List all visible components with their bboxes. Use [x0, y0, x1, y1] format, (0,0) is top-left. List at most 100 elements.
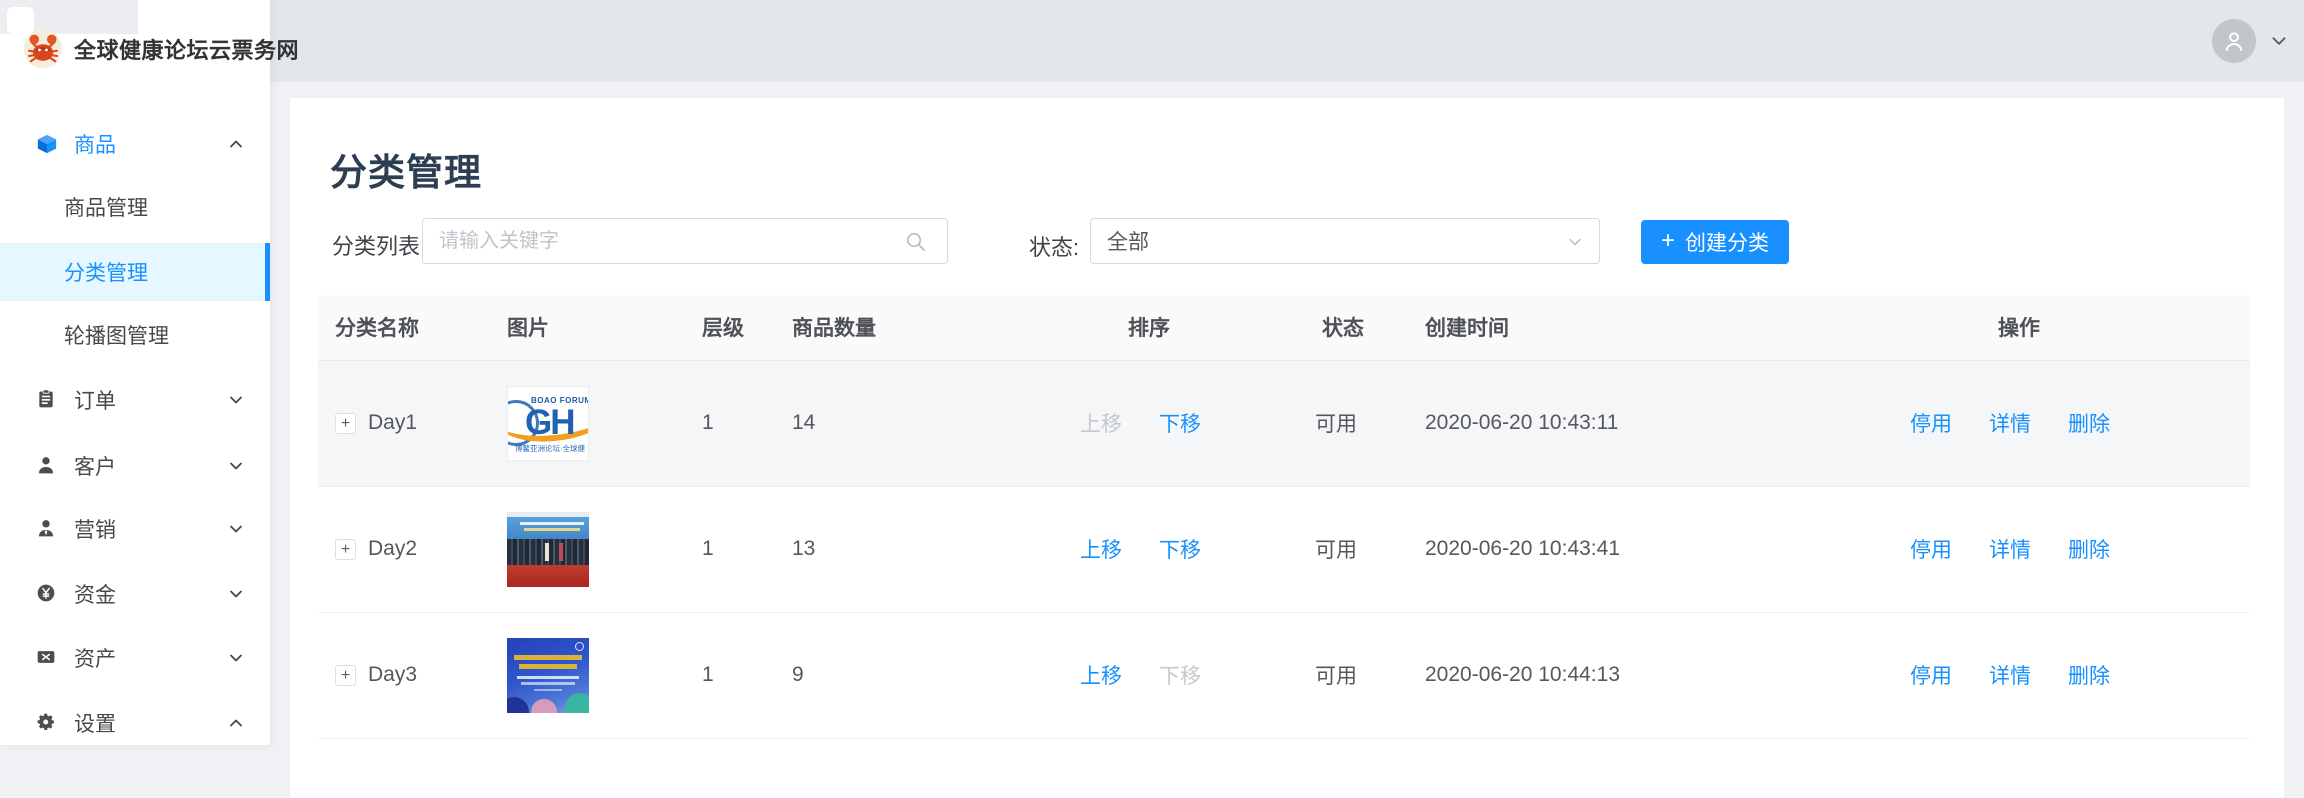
table-row: + Day3 1 9 上移: [318, 612, 2250, 738]
delete-link[interactable]: 删除: [2068, 660, 2110, 690]
status-select[interactable]: 全部: [1090, 218, 1600, 264]
chevron-up-icon: [228, 136, 244, 152]
col-header-name: 分类名称: [318, 295, 490, 360]
detail-link[interactable]: 详情: [1989, 534, 2031, 564]
col-header-operations: 操作: [1890, 295, 2250, 360]
col-header-level: 层级: [685, 295, 775, 360]
sidebar-item-marketing[interactable]: 营销: [0, 500, 270, 558]
created-time: 2020-06-20 10:43:11: [1408, 360, 1890, 486]
disable-link[interactable]: 停用: [1910, 660, 1952, 690]
sidebar-item-category-management[interactable]: 分类管理: [0, 243, 270, 301]
table-header-row: 分类名称 图片 层级 商品数量 排序 状态 创建时间 操作: [318, 295, 2250, 360]
avatar: [2212, 19, 2256, 63]
create-category-label: 创建分类: [1685, 227, 1769, 257]
sidebar-item-label: 资金: [74, 579, 116, 609]
page-title: 分类管理: [330, 142, 482, 196]
status-select-value: 全部: [1107, 226, 1149, 256]
sidebar-item-customers[interactable]: 客户: [0, 437, 270, 495]
crab-logo-icon: [22, 28, 64, 70]
status-value: 可用: [1295, 612, 1408, 738]
coin-yen-icon: [36, 583, 58, 605]
category-image: BOAO FORUM F GH 博鳌亚洲论坛·全球健: [507, 386, 589, 461]
sidebar-item-carousel-management[interactable]: 轮播图管理: [0, 306, 270, 364]
category-name: Day2: [368, 537, 417, 561]
sidebar-item-label: 设置: [74, 708, 116, 738]
category-level: 1: [685, 360, 775, 486]
sidebar-item-product-management[interactable]: 商品管理: [0, 178, 270, 236]
chevron-down-icon: [2270, 32, 2288, 50]
delete-link[interactable]: 删除: [2068, 408, 2110, 438]
chevron-down-icon: [228, 392, 244, 408]
col-header-created: 创建时间: [1408, 295, 1890, 360]
chevron-down-icon: [228, 521, 244, 537]
move-up-link: 上移: [1080, 408, 1122, 438]
topbar: [270, 0, 2304, 82]
table-row: + Day1 BOAO FORUM F GH 博鳌亚洲论坛·全球健 1 1: [318, 360, 2250, 486]
move-up-link[interactable]: 上移: [1080, 534, 1122, 564]
status-value: 可用: [1295, 360, 1408, 486]
sidebar-item-products[interactable]: 商品: [0, 115, 270, 173]
category-table: 分类名称 图片 层级 商品数量 排序 状态 创建时间 操作 + Day1: [318, 295, 2250, 739]
sidebar-item-orders[interactable]: 订单: [0, 371, 270, 429]
sidebar-item-label: 营销: [74, 514, 116, 544]
sidebar-item-label: 资产: [74, 643, 116, 673]
brand-title: 全球健康论坛云票务网: [74, 33, 299, 65]
sidebar-item-label: 轮播图管理: [64, 320, 169, 350]
user-tie-icon: [36, 518, 58, 540]
col-header-count: 商品数量: [775, 295, 1060, 360]
category-name: Day3: [368, 663, 417, 687]
disable-link[interactable]: 停用: [1910, 408, 1952, 438]
col-header-image: 图片: [490, 295, 685, 360]
sidebar: 全球健康论坛云票务网 商品 商品管理 分类管理 轮播图管理: [0, 0, 270, 745]
category-name: Day1: [368, 411, 417, 435]
category-image: [507, 512, 589, 587]
chevron-down-icon: [228, 458, 244, 474]
category-level: 1: [685, 486, 775, 612]
move-down-link[interactable]: 下移: [1159, 408, 1201, 438]
clipboard-icon: [36, 389, 58, 411]
detail-link[interactable]: 详情: [1989, 660, 2031, 690]
sidebar-item-label: 订单: [74, 385, 116, 415]
brand-logo[interactable]: 全球健康论坛云票务网: [22, 28, 299, 70]
disable-link[interactable]: 停用: [1910, 534, 1952, 564]
keyword-search-input[interactable]: [422, 218, 948, 264]
category-level: 1: [685, 612, 775, 738]
sidebar-item-label: 商品管理: [64, 192, 148, 222]
image-text: GH: [525, 403, 574, 443]
sidebar-item-label: 商品: [74, 129, 116, 159]
product-count: 14: [775, 360, 1060, 486]
col-header-sort: 排序: [1060, 295, 1295, 360]
category-list-label: 分类列表: [332, 229, 420, 261]
gear-icon: [36, 712, 58, 734]
search-icon: [904, 230, 927, 253]
chevron-up-icon: [228, 715, 244, 731]
expand-row-button[interactable]: +: [335, 665, 356, 686]
delete-link[interactable]: 删除: [2068, 534, 2110, 564]
sidebar-item-assets[interactable]: 资产: [0, 629, 270, 687]
content-card: 分类管理 分类列表 状态: 全部 + 创建分类 分类名称 图片: [290, 98, 2284, 798]
move-down-link: 下移: [1159, 660, 1201, 690]
move-down-link[interactable]: 下移: [1159, 534, 1201, 564]
created-time: 2020-06-20 10:44:13: [1408, 612, 1890, 738]
table-row: + Day2 1 13 上移: [318, 486, 2250, 612]
create-category-button[interactable]: + 创建分类: [1641, 220, 1789, 264]
cube-icon: [36, 133, 58, 155]
move-up-link[interactable]: 上移: [1080, 660, 1122, 690]
detail-link[interactable]: 详情: [1989, 408, 2031, 438]
status-label: 状态:: [1029, 230, 1079, 262]
image-text: 博鳌亚洲论坛·全球健: [515, 443, 585, 454]
asset-card-icon: [36, 647, 58, 669]
sidebar-item-settings[interactable]: 设置: [0, 694, 270, 752]
user-icon: [36, 455, 58, 477]
user-menu[interactable]: [2212, 0, 2288, 82]
status-value: 可用: [1295, 486, 1408, 612]
plus-icon: +: [1661, 229, 1675, 253]
expand-row-button[interactable]: +: [335, 539, 356, 560]
chevron-down-icon: [228, 586, 244, 602]
chevron-down-icon: [1567, 234, 1583, 250]
sidebar-item-label: 分类管理: [64, 257, 148, 287]
category-image: [507, 638, 589, 713]
expand-row-button[interactable]: +: [335, 413, 356, 434]
sidebar-item-label: 客户: [74, 451, 116, 481]
sidebar-item-funds[interactable]: 资金: [0, 565, 270, 623]
